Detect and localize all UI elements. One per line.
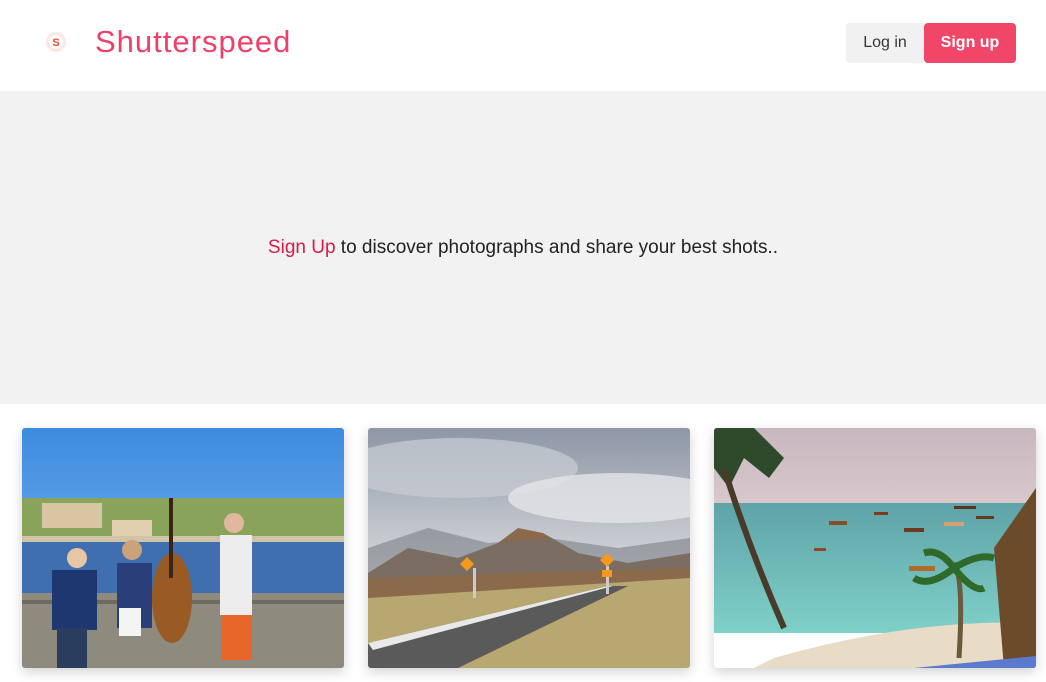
shutter-logo-icon[interactable]: S [45, 31, 67, 53]
brand-name[interactable]: Shutterspeed [95, 24, 291, 60]
hero-banner: Sign Up to discover photographs and shar… [0, 91, 1046, 404]
hero-message: Sign Up to discover photographs and shar… [0, 237, 1046, 259]
photo-musicians-image [22, 428, 344, 668]
login-button[interactable]: Log in [846, 23, 924, 63]
top-navbar: S Shutterspeed Log in Sign up [0, 0, 1046, 91]
hero-tagline: to discover photographs and share your b… [335, 237, 779, 258]
photo-card-mountain-road[interactable] [368, 428, 690, 668]
signup-button[interactable]: Sign up [924, 23, 1016, 63]
photo-card-beach[interactable] [714, 428, 1036, 668]
svg-text:S: S [52, 37, 59, 49]
photo-beach-image [714, 428, 1036, 668]
photo-card-musicians[interactable] [22, 428, 344, 668]
photo-mountain-road-image [368, 428, 690, 668]
hero-signup-link[interactable]: Sign Up [268, 237, 336, 258]
